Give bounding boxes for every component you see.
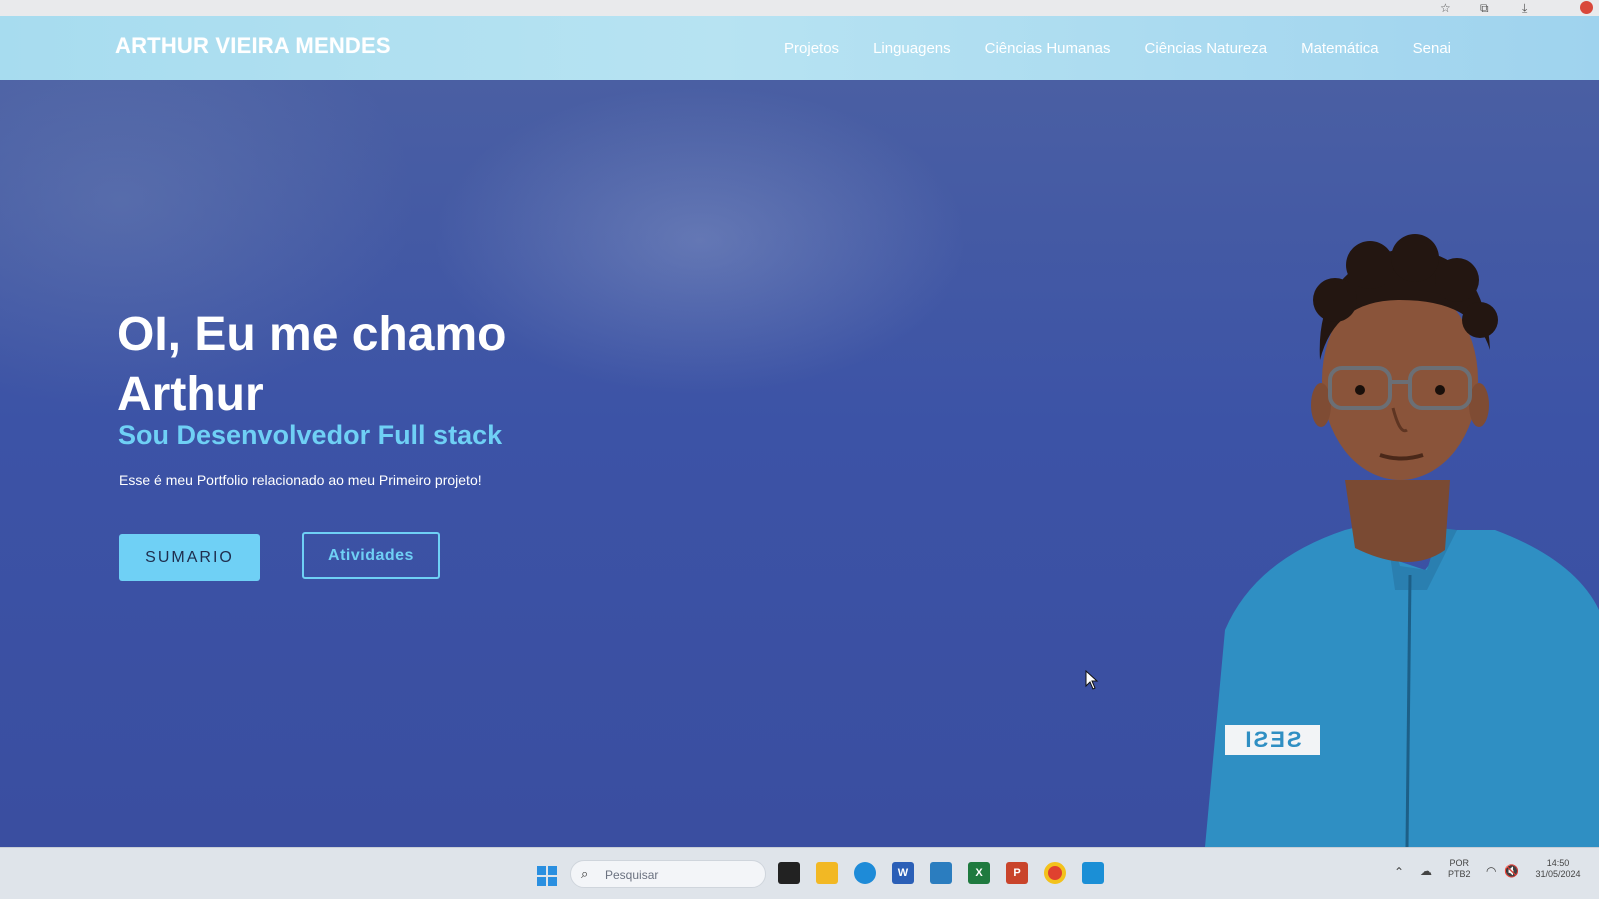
volume-muted-icon[interactable]: 🔇 bbox=[1504, 864, 1519, 878]
nav-link-ciencias-humanas[interactable]: Ciências Humanas bbox=[985, 40, 1111, 57]
download-icon[interactable]: ⤓ bbox=[1522, 1, 1527, 15]
nav-link-matematica[interactable]: Matemática bbox=[1301, 40, 1379, 57]
hero-subtitle: Sou Desenvolvedor Full stack bbox=[118, 420, 503, 450]
extensions-icon[interactable]: ⧉ bbox=[1480, 1, 1489, 15]
excel-icon[interactable]: X bbox=[968, 862, 990, 884]
clock-date: 31/05/2024 bbox=[1535, 869, 1581, 879]
nav-link-projetos[interactable]: Projetos bbox=[784, 40, 839, 57]
atividades-button[interactable]: Atividades bbox=[302, 532, 440, 579]
site-navbar: ARTHUR VIEIRA MENDES Projetos Linguagens… bbox=[0, 16, 1599, 80]
profile-icon[interactable] bbox=[1580, 1, 1593, 14]
nav-links: Projetos Linguagens Ciências Humanas Ciê… bbox=[784, 40, 1451, 57]
hero-section: OI, Eu me chamo Arthur Sou Desenvolvedor… bbox=[0, 80, 1599, 847]
site-brand[interactable]: ARTHUR VIEIRA MENDES bbox=[115, 33, 391, 59]
windows-start-icon[interactable] bbox=[537, 866, 557, 886]
sumario-button[interactable]: SUMARIO bbox=[119, 534, 260, 581]
folder-icon[interactable] bbox=[816, 862, 838, 884]
search-placeholder: Pesquisar bbox=[605, 868, 659, 882]
clock[interactable]: 14:50 31/05/2024 bbox=[1528, 858, 1588, 880]
star-icon[interactable]: ☆ bbox=[1440, 1, 1451, 15]
edge-icon[interactable] bbox=[854, 862, 876, 884]
hero-title: OI, Eu me chamo Arthur bbox=[117, 308, 507, 421]
nav-link-linguagens[interactable]: Linguagens bbox=[873, 40, 951, 57]
cloud-icon[interactable]: ☁ bbox=[1420, 864, 1432, 878]
layout-code: PTB2 bbox=[1448, 869, 1471, 879]
search-icon: ⌕ bbox=[581, 866, 589, 881]
clock-time: 14:50 bbox=[1546, 858, 1570, 868]
nav-link-ciencias-natureza[interactable]: Ciências Natureza bbox=[1145, 40, 1268, 57]
chrome-icon[interactable] bbox=[1044, 862, 1066, 884]
store-icon[interactable] bbox=[930, 862, 952, 884]
wifi-icon[interactable]: ◠ bbox=[1486, 864, 1496, 878]
keyboard-language[interactable]: POR PTB2 bbox=[1448, 858, 1471, 880]
mouse-cursor-icon bbox=[1085, 670, 1099, 690]
language-code: POR bbox=[1449, 858, 1470, 868]
taskbar-search-input[interactable]: ⌕ Pesquisar bbox=[570, 860, 766, 888]
vscode-icon[interactable] bbox=[1082, 862, 1104, 884]
jacket-logo: SESI bbox=[1243, 727, 1302, 752]
powerpoint-icon[interactable]: P bbox=[1006, 862, 1028, 884]
nav-link-senai[interactable]: Senai bbox=[1413, 40, 1451, 57]
browser-toolbar: ☆ ⧉ ⤓ bbox=[0, 0, 1599, 16]
word-icon[interactable]: W bbox=[892, 862, 914, 884]
tray-chevron-icon[interactable]: ⌃ bbox=[1394, 865, 1404, 879]
windows-taskbar: ⌕ Pesquisar W X P ⌃ ☁ POR PTB2 ◠ 🔇 14:50… bbox=[0, 847, 1599, 899]
hero-description: Esse é meu Portfolio relacionado ao meu … bbox=[119, 472, 482, 488]
file-manager-icon[interactable] bbox=[778, 862, 800, 884]
